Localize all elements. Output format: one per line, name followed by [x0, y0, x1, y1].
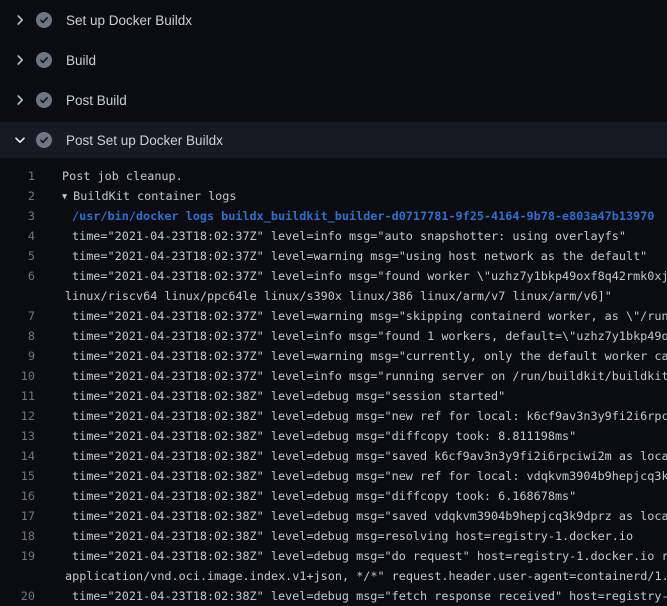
- log-line-number[interactable]: 15: [0, 466, 38, 486]
- log-text: time="2021-04-23T18:02:37Z" level=warnin…: [38, 306, 667, 326]
- log-line: 13time="2021-04-23T18:02:38Z" level=debu…: [0, 426, 667, 446]
- log-text: time="2021-04-23T18:02:38Z" level=debug …: [38, 446, 667, 466]
- log-line: 17time="2021-04-23T18:02:38Z" level=debu…: [0, 506, 667, 526]
- triangle-down-icon: ▼: [62, 187, 67, 206]
- log-line-number[interactable]: 10: [0, 366, 38, 386]
- log-text: time="2021-04-23T18:02:38Z" level=debug …: [38, 386, 667, 406]
- log-lines: 1Post job cleanup.2 ▼ BuildKit container l…: [0, 158, 667, 606]
- log-line: 15time="2021-04-23T18:02:38Z" level=debu…: [0, 466, 667, 486]
- log-text: time="2021-04-23T18:02:38Z" level=debug …: [38, 426, 667, 446]
- log-text: time="2021-04-23T18:02:37Z" level=info m…: [38, 266, 667, 286]
- log-line: 11time="2021-04-23T18:02:38Z" level=debu…: [0, 386, 667, 406]
- log-line-number[interactable]: 11: [0, 386, 38, 406]
- log-text: time="2021-04-23T18:02:37Z" level=warnin…: [38, 346, 667, 366]
- step-row-build[interactable]: Build: [0, 40, 667, 80]
- log-line: 14time="2021-04-23T18:02:38Z" level=debu…: [0, 446, 667, 466]
- log-text: linux/riscv64 linux/ppc64le linux/s390x …: [38, 286, 667, 306]
- chevron-right-icon: [12, 92, 28, 108]
- chevron-down-icon: [12, 132, 28, 148]
- log-line-number[interactable]: [0, 286, 38, 306]
- log-line-number[interactable]: 8: [0, 326, 38, 346]
- log-line: 1Post job cleanup.: [0, 166, 667, 186]
- log-line: 9time="2021-04-23T18:02:37Z" level=warni…: [0, 346, 667, 366]
- step-label: Post Build: [66, 93, 127, 108]
- log-line-number[interactable]: [0, 566, 38, 586]
- log-text: time="2021-04-23T18:02:38Z" level=debug …: [38, 546, 667, 566]
- log-line-number[interactable]: 6: [0, 266, 38, 286]
- log-line: 2 ▼ BuildKit container logs: [0, 186, 667, 206]
- log-text: Post job cleanup.: [38, 166, 667, 186]
- log-text: time="2021-04-23T18:02:38Z" level=debug …: [38, 466, 667, 486]
- log-group-toggle[interactable]: ▼ BuildKit container logs: [38, 186, 667, 206]
- log-group-label: BuildKit container logs: [73, 189, 236, 203]
- log-text: time="2021-04-23T18:02:37Z" level=info m…: [38, 226, 667, 246]
- log-line-number[interactable]: 16: [0, 486, 38, 506]
- check-circle-icon: [36, 12, 52, 28]
- log-line-number[interactable]: 13: [0, 426, 38, 446]
- log-line: 4time="2021-04-23T18:02:37Z" level=info …: [0, 226, 667, 246]
- step-label: Post Set up Docker Buildx: [66, 133, 223, 148]
- step-row-post-set-up-docker-buildx[interactable]: Post Set up Docker Buildx: [0, 122, 667, 158]
- log-line-number[interactable]: 7: [0, 306, 38, 326]
- log-text: time="2021-04-23T18:02:38Z" level=debug …: [38, 506, 667, 526]
- log-line-number[interactable]: 20: [0, 586, 38, 606]
- log-text: time="2021-04-23T18:02:38Z" level=debug …: [38, 406, 667, 426]
- step-row-set-up-docker-buildx[interactable]: Set up Docker Buildx: [0, 0, 667, 40]
- log-line-number[interactable]: 4: [0, 226, 38, 246]
- log-line: 18time="2021-04-23T18:02:38Z" level=debu…: [0, 526, 667, 546]
- check-circle-icon: [36, 52, 52, 68]
- log-line: 10time="2021-04-23T18:02:37Z" level=info…: [0, 366, 667, 386]
- log-text: time="2021-04-23T18:02:37Z" level=info m…: [38, 366, 667, 386]
- step-row-post-build[interactable]: Post Build: [0, 80, 667, 120]
- check-circle-icon: [36, 92, 52, 108]
- log-line-number[interactable]: 14: [0, 446, 38, 466]
- log-line-number[interactable]: 19: [0, 546, 38, 566]
- log-text: application/vnd.oci.image.index.v1+json,…: [38, 566, 667, 586]
- log-line-number[interactable]: 12: [0, 406, 38, 426]
- log-text: time="2021-04-23T18:02:38Z" level=debug …: [38, 526, 667, 546]
- log-line: 8time="2021-04-23T18:02:37Z" level=info …: [0, 326, 667, 346]
- log-line-number[interactable]: 17: [0, 506, 38, 526]
- log-line-number[interactable]: 9: [0, 346, 38, 366]
- step-label: Set up Docker Buildx: [66, 13, 192, 28]
- log-text: time="2021-04-23T18:02:38Z" level=debug …: [38, 586, 667, 606]
- check-circle-icon: [36, 132, 52, 148]
- chevron-right-icon: [12, 12, 28, 28]
- log-text: time="2021-04-23T18:02:37Z" level=warnin…: [38, 246, 667, 266]
- log-line: 5time="2021-04-23T18:02:37Z" level=warni…: [0, 246, 667, 266]
- log-line: application/vnd.oci.image.index.v1+json,…: [0, 566, 667, 586]
- log-line: 20time="2021-04-23T18:02:38Z" level=debu…: [0, 586, 667, 606]
- log-line: 6time="2021-04-23T18:02:37Z" level=info …: [0, 266, 667, 286]
- log-text: time="2021-04-23T18:02:38Z" level=debug …: [38, 486, 667, 506]
- log-line: linux/riscv64 linux/ppc64le linux/s390x …: [0, 286, 667, 306]
- log-line: 3/usr/bin/docker logs buildx_buildkit_bu…: [0, 206, 667, 226]
- log-line: 12time="2021-04-23T18:02:38Z" level=debu…: [0, 406, 667, 426]
- log-line: 19time="2021-04-23T18:02:38Z" level=debu…: [0, 546, 667, 566]
- step-label: Build: [66, 53, 96, 68]
- log-text: time="2021-04-23T18:02:37Z" level=info m…: [38, 326, 667, 346]
- log-line: 16time="2021-04-23T18:02:38Z" level=debu…: [0, 486, 667, 506]
- log-line-number[interactable]: 18: [0, 526, 38, 546]
- log-line-number[interactable]: 3: [0, 206, 38, 226]
- log-line: 7time="2021-04-23T18:02:37Z" level=warni…: [0, 306, 667, 326]
- log-command-text: /usr/bin/docker logs buildx_buildkit_bui…: [38, 206, 667, 226]
- log-line-number[interactable]: 2: [0, 186, 38, 206]
- log-line-number[interactable]: 5: [0, 246, 38, 266]
- chevron-right-icon: [12, 52, 28, 68]
- log-line-number[interactable]: 1: [0, 166, 38, 186]
